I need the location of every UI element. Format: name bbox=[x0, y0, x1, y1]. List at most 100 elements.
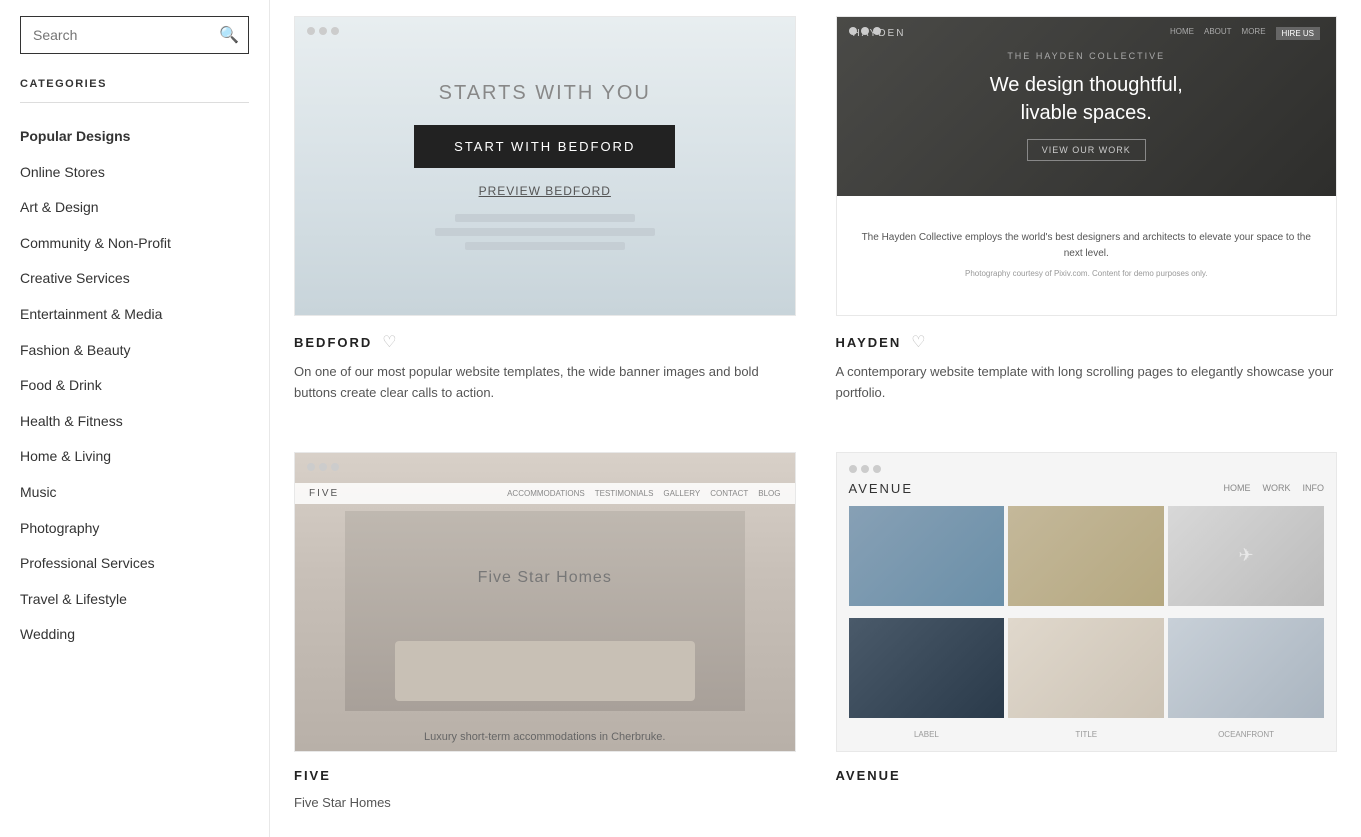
bedford-start-button[interactable]: START WITH BEDFORD bbox=[414, 125, 675, 168]
hayden-title: We design thoughtful,livable spaces. bbox=[970, 71, 1203, 127]
hayden-bottom-section: The Hayden Collective employs the world'… bbox=[837, 196, 1337, 315]
sidebar-item-photography[interactable]: Photography bbox=[20, 511, 249, 547]
bedford-preview-link[interactable]: PREVIEW BEDFORD bbox=[479, 184, 611, 198]
five-nav-accommodations: ACCOMMODATIONS bbox=[507, 489, 585, 498]
search-icon: 🔍 bbox=[219, 27, 239, 44]
avenue-dot-2 bbox=[861, 465, 869, 473]
sidebar-item-art-design[interactable]: Art & Design bbox=[20, 190, 249, 226]
preview-dots-bedford bbox=[307, 27, 339, 35]
avenue-header: AVENUE HOME WORK INFO bbox=[849, 481, 1325, 496]
sidebar-link-food-drink[interactable]: Food & Drink bbox=[20, 368, 249, 404]
sidebar-link-wedding[interactable]: Wedding bbox=[20, 617, 249, 653]
sidebar-item-professional-services[interactable]: Professional Services bbox=[20, 546, 249, 582]
sidebar-item-creative-services[interactable]: Creative Services bbox=[20, 261, 249, 297]
bedford-headline: STARTS WITH YOU bbox=[439, 82, 651, 105]
dot-3 bbox=[331, 27, 339, 35]
templates-grid: STARTS WITH YOU START WITH BEDFORD PREVI… bbox=[294, 16, 1337, 821]
sidebar-item-health-fitness[interactable]: Health & Fitness bbox=[20, 404, 249, 440]
sidebar-link-professional-services[interactable]: Professional Services bbox=[20, 546, 249, 582]
sidebar-link-fashion-beauty[interactable]: Fashion & Beauty bbox=[20, 333, 249, 369]
sidebar-link-entertainment-media[interactable]: Entertainment & Media bbox=[20, 297, 249, 333]
text-line-2 bbox=[435, 228, 655, 236]
five-info: FIVE Five Star Homes bbox=[294, 752, 796, 822]
sidebar-item-music[interactable]: Music bbox=[20, 475, 249, 511]
avenue-dot-1 bbox=[849, 465, 857, 473]
sidebar-item-popular-designs[interactable]: Popular Designs bbox=[20, 119, 249, 155]
five-sofa bbox=[395, 641, 695, 701]
template-preview-hayden[interactable]: HAYDEN HOME ABOUT MORE HIRE US THE HAYDE… bbox=[836, 16, 1338, 316]
sidebar-item-home-living[interactable]: Home & Living bbox=[20, 439, 249, 475]
avenue-img-2 bbox=[1008, 506, 1164, 606]
hayden-title-row: HAYDEN ♡ bbox=[836, 332, 1338, 352]
avenue-brand: AVENUE bbox=[849, 481, 914, 496]
template-card-hayden: HAYDEN HOME ABOUT MORE HIRE US THE HAYDE… bbox=[836, 16, 1338, 412]
sidebar-nav: Popular Designs Online Stores Art & Desi… bbox=[20, 119, 249, 653]
sidebar-item-community[interactable]: Community & Non-Profit bbox=[20, 226, 249, 262]
five-brand: FIVE bbox=[309, 488, 339, 499]
hayden-nav-hire: HIRE US bbox=[1276, 27, 1320, 40]
five-title-row: FIVE bbox=[294, 768, 796, 783]
sidebar-link-online-stores[interactable]: Online Stores bbox=[20, 155, 249, 191]
five-description: Five Star Homes bbox=[294, 793, 796, 814]
avenue-label-3: OCEANFRONT bbox=[1168, 730, 1324, 739]
template-preview-five[interactable]: FIVE ACCOMMODATIONS TESTIMONIALS GALLERY… bbox=[294, 452, 796, 752]
hayden-navbar: HAYDEN HOME ABOUT MORE HIRE US bbox=[837, 27, 1337, 40]
search-button[interactable]: 🔍 bbox=[219, 25, 239, 45]
avenue-bird-shape: ✈ bbox=[1239, 545, 1254, 566]
five-caption: Luxury short-term accommodations in Cher… bbox=[295, 731, 795, 743]
sidebar-link-health-fitness[interactable]: Health & Fitness bbox=[20, 404, 249, 440]
dot-1 bbox=[307, 27, 315, 35]
bedford-heart-icon[interactable]: ♡ bbox=[382, 332, 396, 352]
dot-2 bbox=[319, 27, 327, 35]
bedford-text-lines bbox=[435, 214, 655, 250]
sidebar-link-home-living[interactable]: Home & Living bbox=[20, 439, 249, 475]
template-preview-avenue[interactable]: AVENUE HOME WORK INFO ✈ bbox=[836, 452, 1338, 752]
sidebar-link-photography[interactable]: Photography bbox=[20, 511, 249, 547]
hayden-nav-links: HOME ABOUT MORE HIRE US bbox=[1170, 27, 1320, 40]
hayden-top-section: HAYDEN HOME ABOUT MORE HIRE US THE HAYDE… bbox=[837, 17, 1337, 196]
text-line-1 bbox=[455, 214, 635, 222]
sidebar-link-creative-services[interactable]: Creative Services bbox=[20, 261, 249, 297]
hayden-nav-more: MORE bbox=[1242, 27, 1266, 40]
template-preview-bedford[interactable]: STARTS WITH YOU START WITH BEDFORD PREVI… bbox=[294, 16, 796, 316]
hayden-body-text: The Hayden Collective employs the world'… bbox=[857, 230, 1317, 262]
sidebar-item-fashion-beauty[interactable]: Fashion & Beauty bbox=[20, 333, 249, 369]
preview-dots-avenue bbox=[849, 465, 1325, 473]
hayden-view-work-button[interactable]: VIEW OUR WORK bbox=[1027, 139, 1146, 161]
template-card-avenue: AVENUE HOME WORK INFO ✈ bbox=[836, 452, 1338, 822]
hayden-heart-icon[interactable]: ♡ bbox=[911, 332, 925, 352]
sidebar-item-online-stores[interactable]: Online Stores bbox=[20, 155, 249, 191]
sidebar-divider bbox=[20, 102, 249, 103]
five-dot-1 bbox=[307, 463, 315, 471]
hayden-nav-home: HOME bbox=[1170, 27, 1194, 40]
hayden-info: HAYDEN ♡ A contemporary website template… bbox=[836, 316, 1338, 412]
hayden-nav-about: ABOUT bbox=[1204, 27, 1232, 40]
five-nav-links: ACCOMMODATIONS TESTIMONIALS GALLERY CONT… bbox=[507, 489, 780, 498]
sidebar-link-community[interactable]: Community & Non-Profit bbox=[20, 226, 249, 262]
sidebar-link-popular-designs[interactable]: Popular Designs bbox=[20, 119, 249, 155]
avenue-nav-work: WORK bbox=[1263, 483, 1291, 493]
sidebar-link-art-design[interactable]: Art & Design bbox=[20, 190, 249, 226]
search-input[interactable] bbox=[20, 16, 249, 54]
bedford-info: BEDFORD ♡ On one of our most popular web… bbox=[294, 316, 796, 412]
avenue-nav: HOME WORK INFO bbox=[1224, 483, 1325, 493]
avenue-info: AVENUE bbox=[836, 752, 1338, 801]
five-dot-3 bbox=[331, 463, 339, 471]
five-star-label: Five Star Homes bbox=[478, 569, 612, 587]
bedford-title-row: BEDFORD ♡ bbox=[294, 332, 796, 352]
avenue-img-4 bbox=[849, 618, 1005, 718]
hayden-dot-1 bbox=[849, 27, 857, 35]
five-nav-testimonials: TESTIMONIALS bbox=[595, 489, 654, 498]
sidebar-item-travel-lifestyle[interactable]: Travel & Lifestyle bbox=[20, 582, 249, 618]
sidebar-item-wedding[interactable]: Wedding bbox=[20, 617, 249, 653]
five-dot-2 bbox=[319, 463, 327, 471]
search-wrapper: 🔍 bbox=[20, 16, 249, 54]
sidebar-item-entertainment-media[interactable]: Entertainment & Media bbox=[20, 297, 249, 333]
sidebar-item-food-drink[interactable]: Food & Drink bbox=[20, 368, 249, 404]
sidebar-link-travel-lifestyle[interactable]: Travel & Lifestyle bbox=[20, 582, 249, 618]
five-navbar: FIVE ACCOMMODATIONS TESTIMONIALS GALLERY… bbox=[295, 483, 795, 504]
bedford-name: BEDFORD bbox=[294, 335, 372, 350]
avenue-nav-info: INFO bbox=[1303, 483, 1325, 493]
hayden-description: A contemporary website template with lon… bbox=[836, 362, 1338, 404]
sidebar-link-music[interactable]: Music bbox=[20, 475, 249, 511]
